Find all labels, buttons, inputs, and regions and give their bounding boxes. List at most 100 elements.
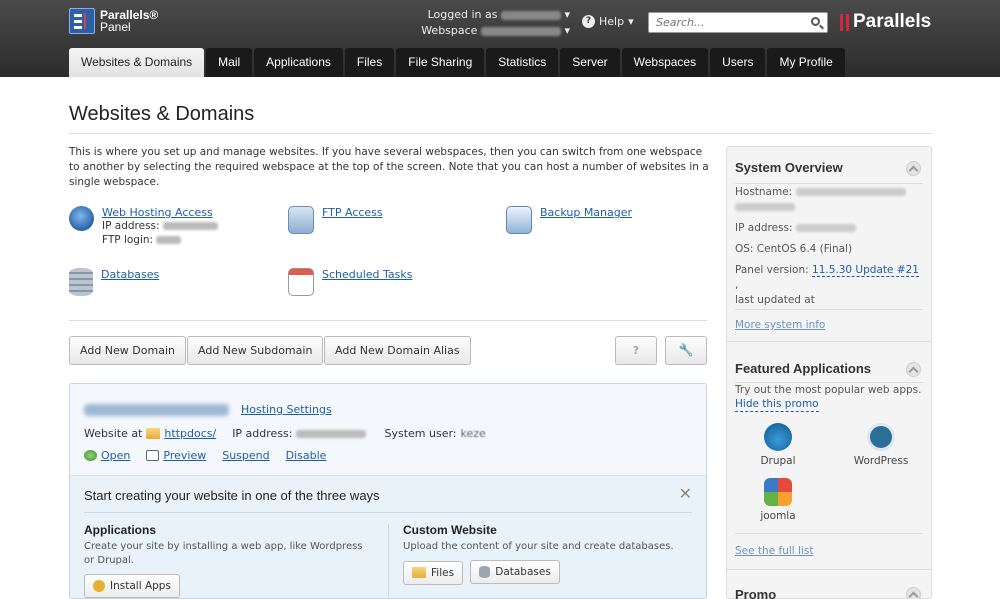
tab-statistics[interactable]: Statistics xyxy=(486,48,559,77)
tab-applications[interactable]: Applications xyxy=(254,48,343,77)
help-menu[interactable]: ? Help ▾ xyxy=(582,15,634,28)
ip-address-blurred xyxy=(795,224,856,232)
website-at-label: Website at xyxy=(84,427,143,440)
folder-icon xyxy=(146,428,161,439)
ip-address-blurred xyxy=(162,222,218,230)
featured-applications-title: Featured Applications xyxy=(735,361,872,376)
divider xyxy=(84,512,692,513)
tab-file-sharing[interactable]: File Sharing xyxy=(396,48,485,77)
ftp-login-label: FTP login: xyxy=(102,234,154,246)
add-domain-button[interactable]: Add New Domain xyxy=(69,336,186,365)
help-icon: ? xyxy=(582,15,595,28)
tab-server[interactable]: Server xyxy=(560,48,620,77)
user-info: Logged in as ▾ Webspace ▾ xyxy=(421,8,570,37)
hostname-blurred xyxy=(735,203,795,211)
applications-option: Applications Create your site by install… xyxy=(84,523,374,598)
add-domain-alias-button[interactable]: Add New Domain Alias xyxy=(324,336,471,365)
system-user-value: keze xyxy=(460,427,486,440)
tab-users[interactable]: Users xyxy=(710,48,766,77)
docroot-link[interactable]: httpdocs/ xyxy=(164,427,216,440)
domain-panel: Hosting Settings Website at httpdocs/ IP… xyxy=(69,383,707,599)
hide-promo-link[interactable]: Hide this promo xyxy=(735,398,819,412)
app-drupal[interactable]: Drupal xyxy=(743,423,813,467)
wrench-button[interactable]: 🔧 xyxy=(665,336,707,365)
applications-title: Applications xyxy=(84,523,157,537)
backup-manager-link[interactable]: Backup Manager xyxy=(540,206,632,219)
close-icon[interactable]: ✕ xyxy=(679,484,692,503)
collapse-icon[interactable] xyxy=(906,362,921,377)
app-joomla[interactable]: joomla xyxy=(743,478,813,522)
search-input[interactable] xyxy=(649,13,799,32)
disable-link[interactable]: Disable xyxy=(286,449,327,462)
web-hosting-access-link[interactable]: Web Hosting Access xyxy=(102,206,213,219)
scheduled-tasks-link[interactable]: Scheduled Tasks xyxy=(322,268,413,281)
preview-icon xyxy=(146,450,160,461)
tab-mail[interactable]: Mail xyxy=(206,48,253,77)
system-info: Hostname: IP address: OS: CentOS 6.4 (Fi… xyxy=(735,185,925,308)
custom-website-title: Custom Website xyxy=(403,523,497,537)
logged-in-label: Logged in as xyxy=(427,8,498,21)
backup-icon xyxy=(506,206,532,234)
hosting-settings-link[interactable]: Hosting Settings xyxy=(241,403,332,416)
divider xyxy=(735,183,923,184)
user-name-blurred[interactable] xyxy=(500,10,561,20)
parallels-panel-logo[interactable]: Parallels® Panel xyxy=(69,8,158,34)
promo-title: Promo xyxy=(735,587,777,599)
parallels-bars-icon xyxy=(840,13,849,31)
drupal-icon xyxy=(764,423,792,451)
add-subdomain-button[interactable]: Add New Subdomain xyxy=(187,336,324,365)
search-box xyxy=(648,12,828,33)
tab-my-profile[interactable]: My Profile xyxy=(767,48,845,77)
search-icon[interactable] xyxy=(811,17,820,26)
system-user-label: System user: xyxy=(384,427,457,440)
preview-link[interactable]: Preview xyxy=(146,449,206,462)
files-button[interactable]: Files xyxy=(403,560,464,585)
wordpress-icon xyxy=(867,423,895,451)
custom-website-option: Custom Website Upload the content of you… xyxy=(403,523,693,585)
panel-version-link[interactable]: 11.5.30 Update #21 xyxy=(812,264,919,277)
shortcut-ftp: FTP Access xyxy=(288,206,383,234)
install-apps-button[interactable]: Install Apps xyxy=(84,574,180,598)
last-updated-text: last updated at xyxy=(735,294,815,306)
ip-address-label: IP address: xyxy=(232,427,293,440)
calendar-icon xyxy=(288,268,314,296)
featured-description: Try out the most popular web apps. xyxy=(735,384,922,396)
joomla-icon xyxy=(764,478,792,506)
ip-address-blurred xyxy=(296,429,367,438)
ftp-access-link[interactable]: FTP Access xyxy=(322,206,383,219)
webspace-selector[interactable] xyxy=(480,26,561,36)
databases-link[interactable]: Databases xyxy=(101,268,159,281)
panel-logo-icon xyxy=(69,8,95,34)
domain-header: Hosting Settings Website at httpdocs/ IP… xyxy=(70,384,706,476)
suspend-link[interactable]: Suspend xyxy=(222,449,269,462)
ip-address-label: IP address: xyxy=(735,222,793,234)
help-label: Help xyxy=(599,15,625,28)
ftp-login-blurred xyxy=(156,236,182,244)
shortcut-tasks: Scheduled Tasks xyxy=(288,268,413,296)
hostname-blurred xyxy=(795,188,906,196)
domain-name-blurred[interactable] xyxy=(84,404,229,416)
parallels-brand-logo: Parallels xyxy=(840,11,931,33)
tab-webspaces[interactable]: Webspaces xyxy=(621,48,709,77)
open-link[interactable]: Open xyxy=(84,449,130,462)
applications-description: Create your site by installing a web app… xyxy=(84,541,363,566)
database-icon xyxy=(69,268,93,296)
ftp-icon xyxy=(288,206,314,234)
shortcut-web-hosting: Web Hosting Access IP address: FTP login… xyxy=(69,206,218,247)
hostname-label: Hostname: xyxy=(735,186,793,198)
tab-files[interactable]: Files xyxy=(344,48,395,77)
databases-button[interactable]: Databases xyxy=(470,560,560,584)
help-button[interactable]: ? xyxy=(615,336,657,365)
collapse-icon[interactable] xyxy=(906,161,921,176)
see-full-list-link[interactable]: See the full list xyxy=(735,545,813,557)
more-system-info-link[interactable]: More system info xyxy=(735,319,825,331)
divider xyxy=(727,569,931,570)
divider xyxy=(727,341,931,342)
divider xyxy=(69,320,707,321)
divider xyxy=(735,533,923,534)
collapse-icon[interactable] xyxy=(906,587,921,599)
tab-websites-domains[interactable]: Websites & Domains xyxy=(69,48,205,77)
app-wordpress[interactable]: WordPress xyxy=(846,423,916,467)
domain-details: Website at httpdocs/ IP address: System … xyxy=(84,427,486,440)
main-tabs: Websites & Domains Mail Applications Fil… xyxy=(69,48,845,77)
